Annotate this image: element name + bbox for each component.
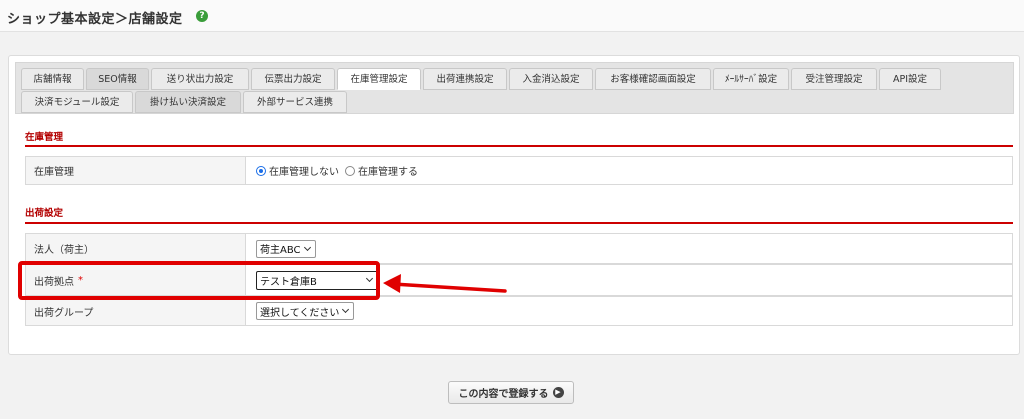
tab-api[interactable]: API設定: [879, 68, 941, 90]
tab-bar: 店舗情報 SEO情報 送り状出力設定 伝票出力設定 在庫管理設定 出荷連携設定 …: [15, 62, 1014, 114]
tab-deferred-payment[interactable]: 掛け払い決済設定: [135, 91, 241, 113]
radio-no-stock-management-label[interactable]: 在庫管理しない: [269, 163, 339, 178]
corporation-select[interactable]: 荷主ABC: [256, 239, 316, 258]
tab-mail-server[interactable]: ﾒｰﾙｻｰﾊﾞ設定: [713, 68, 789, 90]
chevron-down-icon: [303, 243, 311, 251]
radio-stock-management[interactable]: [345, 165, 355, 176]
chevron-down-icon: [342, 305, 350, 314]
shipping-section-title: 出荷設定: [25, 208, 64, 219]
corporation-label: 法人（荷主）: [26, 234, 246, 263]
page-title: ショップ基本設定＞店舗設定: [7, 12, 183, 27]
stock-section-title: 在庫管理: [25, 132, 64, 143]
stock-management-label: 在庫管理: [26, 157, 246, 184]
tab-invoice-output[interactable]: 送り状出力設定: [151, 68, 249, 90]
corporation-value: 荷主ABC: [256, 234, 316, 263]
stock-management-options: 在庫管理しない 在庫管理する: [256, 157, 424, 184]
page-header: ショップ基本設定＞店舗設定 ?: [0, 0, 1024, 32]
settings-card: 店舗情報 SEO情報 送り状出力設定 伝票出力設定 在庫管理設定 出荷連携設定 …: [8, 55, 1020, 355]
shipping-group-select-value: 選択してください: [260, 307, 340, 319]
shipping-group-label: 出荷グループ: [26, 297, 246, 325]
annotation-arrow-icon: [383, 274, 507, 293]
tab-slip-output[interactable]: 伝票出力設定: [251, 68, 335, 90]
tab-stock-management[interactable]: 在庫管理設定: [337, 68, 421, 90]
shipping-group-row: 出荷グループ 選択してください: [25, 296, 1013, 326]
shipping-section-divider: [25, 222, 1013, 224]
shipping-group-value: 選択してください: [256, 297, 355, 325]
help-icon[interactable]: ?: [196, 10, 208, 22]
submit-button-label: この内容で登録する: [458, 389, 549, 400]
stock-section-divider: [25, 145, 1013, 147]
corporation-row: 法人（荷主） 荷主ABC: [25, 233, 1013, 264]
tab-seo-info[interactable]: SEO情報: [86, 68, 149, 90]
tab-payment-reconcile[interactable]: 入金消込設定: [509, 68, 593, 90]
radio-stock-management-label[interactable]: 在庫管理する: [358, 163, 418, 178]
radio-no-stock-management[interactable]: [256, 165, 266, 176]
tab-external-services[interactable]: 外部サービス連携: [243, 91, 347, 113]
tab-payment-module[interactable]: 決済モジュール設定: [21, 91, 133, 113]
shipping-group-select[interactable]: 選択してください: [256, 302, 355, 320]
arrow-right-icon: ▶: [552, 387, 564, 398]
tab-customer-confirm[interactable]: お客様確認画面設定: [595, 68, 711, 90]
corporation-select-value: 荷主ABC: [260, 245, 301, 256]
stock-management-row: 在庫管理 在庫管理しない 在庫管理する: [25, 156, 1013, 185]
annotation-highlight-box: [18, 261, 380, 300]
tab-shipping-integration[interactable]: 出荷連携設定: [423, 68, 507, 90]
tab-store-info[interactable]: 店舗情報: [21, 68, 84, 90]
submit-button[interactable]: この内容で登録する ▶: [448, 381, 574, 404]
tab-order-management[interactable]: 受注管理設定: [791, 68, 877, 90]
